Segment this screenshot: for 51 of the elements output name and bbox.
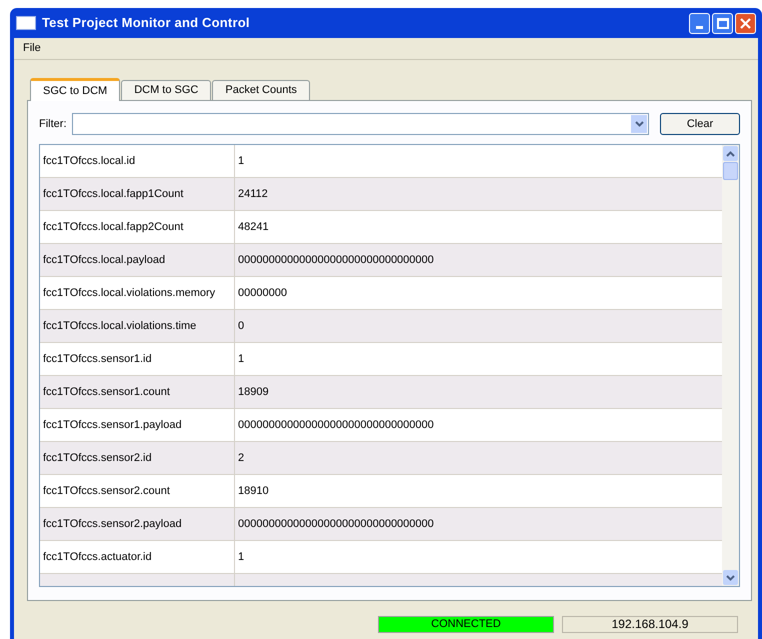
table-cell: fcc1TOfccs.local.fapp1Count [40,178,235,210]
table-cell-text: 00000000000000000000000000000000 [237,252,435,268]
maximize-button[interactable] [712,12,733,34]
table-cell-text: 00000000000000000000000000000000 [237,516,435,532]
caret-icon [726,150,735,156]
close-button[interactable] [735,12,756,34]
menu-item[interactable]: File [17,40,47,57]
scroll-thumb[interactable] [723,162,738,180]
table-cell: fcc1TOfccs.sensor1.payload [40,409,235,441]
table-cell: fcc1TOfccs.local.id [40,145,235,177]
table-cell-text: 1 [237,550,246,565]
ip-address: 192.168.104.9 [562,616,738,632]
clear-button[interactable]: Clear [660,113,740,135]
table-cell: fcc1TOfccs.local.payload [40,244,235,276]
table-cell-text: 2 [237,450,246,466]
caret-icon [634,121,644,127]
filter-label: Filter: [39,116,66,132]
minimize-button[interactable] [689,12,710,34]
table-cell: fcc1TOfccs.local.fapp2Count [40,211,235,243]
table-cell-text: 18909 [237,384,270,400]
close-icon [740,18,751,28]
table-cell: fcc1TOfccs.sensor2.payload [40,508,235,540]
connection-status: CONNECTED [378,616,554,632]
table-cell: fcc1TOfccs.actuator.id [40,541,235,573]
table-cell: fcc1TOfccs.sensor1.id [40,343,235,375]
table-cell: fcc1TOfccs.sensor2.id [40,442,235,474]
table-cell: fcc1TOfccs.sensor1.count [40,376,235,408]
tab[interactable]: SGC to DCM [30,78,120,101]
table-cell-text: 0 [237,318,246,334]
window-title: Test Project Monitor and Control [42,14,250,32]
tab[interactable]: Packet Counts [212,80,310,100]
table-cell: fcc1TOfccs.sensor2.count [40,475,235,507]
scrollbar[interactable] [722,145,739,586]
table-cell-text: 18910 [237,484,270,499]
tab[interactable]: DCM to SGC [121,80,212,100]
scroll-down-button[interactable] [723,570,738,585]
table-cell-text: 00000000 [237,286,288,301]
window-icon [16,16,36,30]
caret-icon [726,574,735,580]
table-cell: fcc1TOfccs.local.violations.time [40,310,235,342]
table-cell-text: 24112 [237,186,269,202]
filter-combo[interactable] [72,113,649,135]
maximize-icon [716,18,728,28]
table-cell: fcc1TOfccs.local.violations.memory [40,277,235,309]
minimize-icon [696,26,703,28]
scroll-up-button[interactable] [723,146,738,161]
dropdown-button[interactable] [631,115,647,133]
table-cell-text: 48241 [237,220,270,235]
table-cell-text: 1 [237,154,246,169]
table-cell-text: 00000000000000000000000000000000 [237,418,435,433]
table-cell-text: 1 [237,352,246,367]
